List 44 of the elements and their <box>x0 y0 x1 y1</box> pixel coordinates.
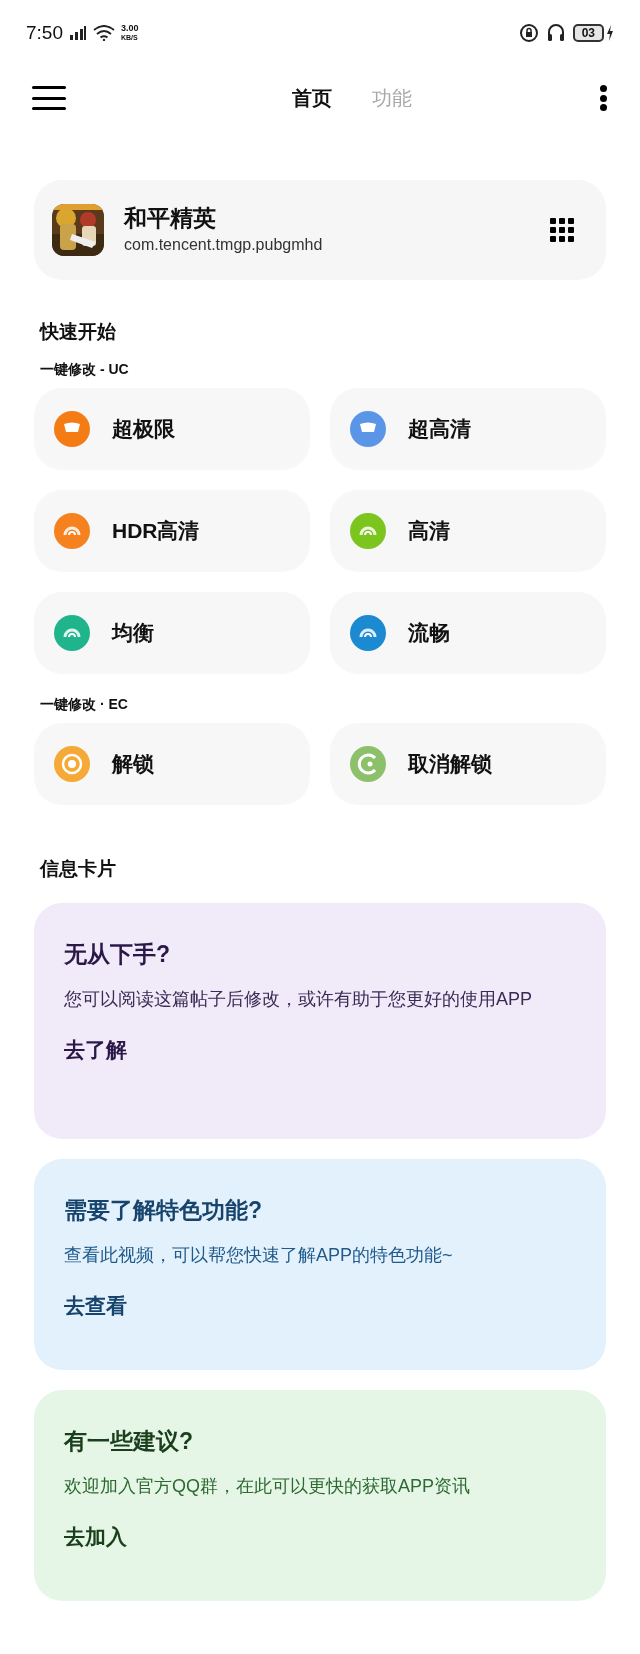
app-card[interactable]: 和平精英 com.tencent.tmgp.pubgmhd <box>34 180 606 280</box>
section-title: 快速开始 <box>40 320 117 344</box>
gauge-icon <box>54 614 90 651</box>
mode-button[interactable]: HDR高清 <box>34 489 310 572</box>
network-speed: 3.00 <box>121 24 139 33</box>
more-options-icon[interactable] <box>598 85 608 111</box>
package-name: com.tencent.tmgp.pubgmhd <box>124 235 324 255</box>
card-title: 无从下手? <box>64 940 172 969</box>
group-label: 一键修改 · EC <box>40 694 129 714</box>
card-link[interactable]: 去了解 <box>64 1033 127 1065</box>
card-title: 有一些建议? <box>64 1427 195 1456</box>
mode-button[interactable]: 超高清 <box>330 387 606 470</box>
rotation-lock-icon <box>518 23 539 43</box>
card-link[interactable]: 去加入 <box>64 1520 127 1552</box>
card-title: 需要了解特色功能? <box>64 1196 264 1225</box>
mode-button[interactable]: 均衡 <box>34 591 310 674</box>
mode-button[interactable]: 解锁 <box>34 722 310 805</box>
lock-icon <box>350 745 386 782</box>
tab[interactable]: 首页 <box>292 83 332 113</box>
mode-button[interactable]: 取消解锁 <box>330 722 606 805</box>
gauge-icon <box>54 512 90 549</box>
menu-icon[interactable] <box>32 86 66 110</box>
gauge-icon <box>350 614 386 651</box>
mode-button[interactable]: 超极限 <box>34 387 310 470</box>
section-title: 信息卡片 <box>40 856 117 881</box>
mode-button[interactable]: 流畅 <box>330 591 606 674</box>
gauge-icon <box>350 512 386 549</box>
grid-icon[interactable] <box>550 218 574 242</box>
battery-level: 03 <box>572 24 604 42</box>
headphones-icon <box>546 23 565 43</box>
wifi-icon <box>93 25 115 41</box>
card-text: 查看此视频，可以帮您快速了解APP的特色功能~ <box>64 1243 454 1267</box>
charging-icon <box>606 25 614 41</box>
signal-icon <box>69 25 87 41</box>
card-text: 欢迎加入官方QQ群，在此可以更快的获取APP资讯 <box>64 1474 472 1498</box>
app-name: 和平精英 <box>124 204 217 233</box>
gauge-icon <box>54 410 90 447</box>
mode-button[interactable]: 高清 <box>330 489 606 572</box>
gauge-icon <box>350 410 386 447</box>
card-link[interactable]: 去查看 <box>64 1289 127 1321</box>
group-label: 一键修改 - UC <box>40 359 130 379</box>
card-text: 您可以阅读这篇帖子后修改，或许有助于您更好的使用APP <box>64 987 534 1011</box>
lock-icon <box>54 745 90 782</box>
status-time: 7:50 <box>26 20 63 45</box>
